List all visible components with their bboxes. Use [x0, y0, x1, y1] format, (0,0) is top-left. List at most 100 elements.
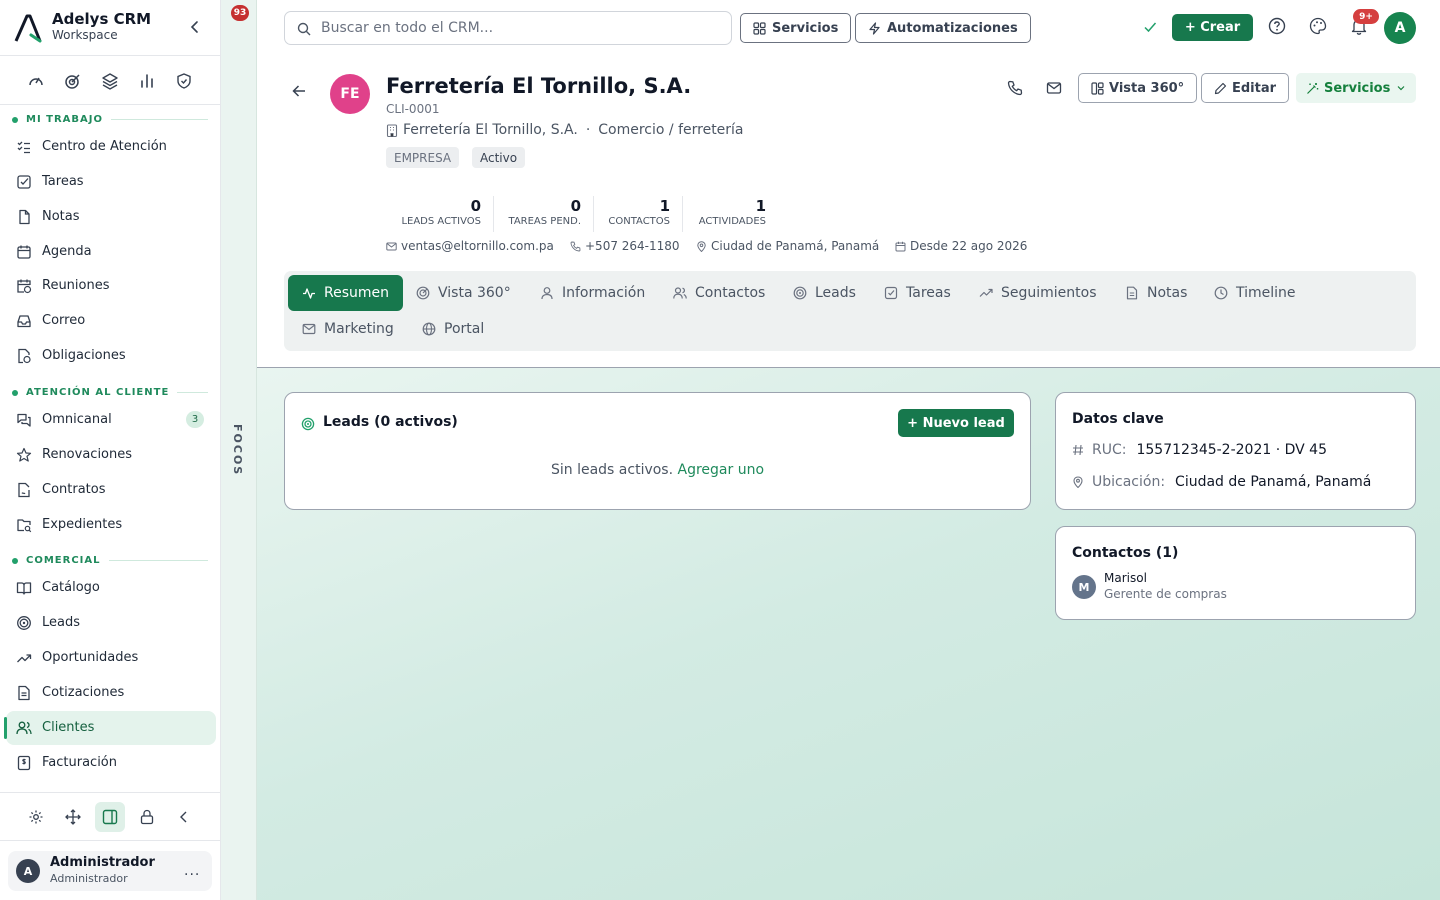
edit-label: Editar	[1232, 80, 1277, 96]
tab-label: Marketing	[324, 321, 394, 337]
focos-count-badge: 93	[231, 5, 249, 21]
email-text: ventas@eltornillo.com.pa	[401, 239, 554, 253]
stat-value: 1	[755, 197, 766, 215]
tab-notas[interactable]: Notas	[1111, 275, 1201, 311]
separator-dot: ·	[585, 122, 591, 138]
focos-panel[interactable]: 93 FOCOS	[221, 0, 257, 900]
bar-chart-icon[interactable]	[137, 71, 157, 91]
phone-text: +507 264-1180	[585, 239, 680, 253]
sidebar-item-reuniones[interactable]: Reuniones	[6, 269, 216, 303]
user-profile[interactable]: A Administrador Administrador ...	[8, 851, 212, 891]
palette-icon[interactable]	[1309, 17, 1327, 35]
chevron-left-icon[interactable]	[169, 802, 199, 832]
panel-layout-icon[interactable]	[95, 802, 125, 832]
move-arrows-icon[interactable]	[58, 802, 88, 832]
create-button[interactable]: + Crear	[1172, 14, 1253, 41]
global-search[interactable]	[284, 11, 732, 45]
settings-gear-icon[interactable]	[21, 802, 51, 832]
send-email-icon[interactable]	[1046, 80, 1062, 96]
client-since: Desde 22 ago 2026	[895, 239, 1027, 253]
tab-contactos[interactable]: Contactos	[659, 275, 779, 311]
sidebar-item-correo[interactable]: Correo	[6, 304, 216, 338]
dashboard-gauge-icon[interactable]	[26, 71, 46, 91]
stat-contactos: 1 CONTACTOS	[594, 196, 683, 232]
tab-portal[interactable]: Portal	[408, 311, 498, 347]
tab-vista-360[interactable]: Vista 360°	[402, 275, 525, 311]
sidebar-item-label: Agenda	[42, 244, 92, 259]
users-icon	[16, 720, 32, 736]
stat-label: TAREAS PEND.	[508, 216, 581, 227]
sidebar-item-agenda[interactable]: Agenda	[6, 235, 216, 269]
lock-icon[interactable]	[132, 802, 162, 832]
automatizaciones-button[interactable]: Automatizaciones	[855, 13, 1031, 43]
search-input[interactable]	[321, 18, 721, 38]
section-label: ATENCIÓN AL CLIENTE	[26, 387, 170, 398]
since-text: Desde 22 ago 2026	[910, 239, 1028, 253]
user-icon	[540, 286, 562, 300]
sidebar-item-renovaciones[interactable]: Renovaciones	[6, 438, 216, 472]
sidebar-item-centro-de-atencion[interactable]: Centro de Atención	[6, 130, 216, 164]
shield-check-icon[interactable]	[174, 71, 194, 91]
contact-name[interactable]: Marisol	[1104, 571, 1147, 585]
servicios-button[interactable]: Servicios	[740, 13, 852, 43]
leads-card: Leads (0 activos) + Nuevo lead Sin leads…	[284, 392, 1031, 510]
contacts-card: Contactos (1) M Marisol Gerente de compr…	[1055, 526, 1416, 620]
focos-label: FOCOS	[231, 424, 244, 477]
tab-marketing[interactable]: Marketing	[288, 311, 408, 347]
tab-seguimientos[interactable]: Seguimientos	[965, 275, 1111, 311]
sidebar-item-cotizaciones[interactable]: Cotizaciones	[6, 676, 216, 710]
sidebar-item-label: Renovaciones	[42, 447, 133, 462]
sidebar-item-omnicanal[interactable]: Omnicanal 3	[6, 403, 216, 437]
list-check-icon	[16, 139, 32, 155]
client-name-title: Ferretería El Tornillo, S.A.	[386, 74, 692, 98]
sidebar-item-facturacion[interactable]: Facturación	[6, 746, 216, 780]
calendar-clock-icon	[16, 278, 32, 294]
file-icon	[16, 209, 32, 225]
mail-icon	[386, 241, 401, 252]
vista-360-button[interactable]: Vista 360°	[1078, 73, 1198, 103]
tab-tareas[interactable]: Tareas	[870, 275, 965, 311]
edit-button[interactable]: Editar	[1201, 73, 1290, 103]
client-email[interactable]: ventas@eltornillo.com.pa	[386, 239, 554, 253]
sidebar-item-expedientes[interactable]: Expedientes	[6, 508, 216, 542]
tab-label: Resumen	[324, 285, 390, 301]
back-arrow-icon[interactable]	[291, 83, 307, 99]
sidebar: Adelys CRM Workspace MI TRABAJO Centro d…	[0, 0, 221, 900]
target-icon	[793, 286, 815, 300]
more-options-icon[interactable]: ...	[184, 863, 200, 879]
user-avatar[interactable]: A	[1384, 12, 1416, 44]
call-phone-icon[interactable]	[1007, 80, 1023, 96]
location-text: Ciudad de Panamá, Panamá	[711, 239, 880, 253]
tab-timeline[interactable]: Timeline	[1200, 275, 1310, 311]
help-icon[interactable]	[1268, 17, 1286, 35]
sidebar-item-clientes[interactable]: Clientes	[4, 711, 216, 745]
servicios-dropdown[interactable]: Servicios	[1296, 73, 1416, 103]
sidebar-item-label: Catálogo	[42, 580, 100, 595]
sidebar-item-contratos[interactable]: Contratos	[6, 473, 216, 507]
sidebar-item-catalogo[interactable]: Catálogo	[6, 571, 216, 605]
sidebar-item-leads[interactable]: Leads	[6, 606, 216, 640]
leads-empty-state: Sin leads activos. Agregar uno	[285, 462, 1030, 478]
tab-leads[interactable]: Leads	[779, 275, 870, 311]
client-industry: Comercio / ferretería	[598, 122, 744, 138]
tab-informacion[interactable]: Información	[526, 275, 659, 311]
sidebar-item-oportunidades[interactable]: Oportunidades	[6, 641, 216, 675]
target-arrow-icon[interactable]	[63, 71, 83, 91]
clock-icon	[1214, 286, 1236, 300]
globe-icon	[422, 322, 444, 336]
checkbox-icon	[884, 286, 906, 300]
sidebar-item-tareas[interactable]: Tareas	[6, 165, 216, 199]
section-label: MI TRABAJO	[26, 114, 103, 125]
add-lead-link[interactable]: Agregar uno	[678, 462, 765, 478]
tab-resumen[interactable]: Resumen	[288, 275, 404, 311]
sidebar-item-notas[interactable]: Notas	[6, 200, 216, 234]
sidebar-collapse-chevron-icon[interactable]	[186, 18, 204, 36]
ruc-row: RUC: 155712345-2-2021 · DV 45	[1072, 442, 1327, 458]
client-phone[interactable]: +507 264-1180	[570, 239, 680, 253]
user-name: Administrador	[50, 855, 155, 870]
layers-icon[interactable]	[100, 71, 120, 91]
sidebar-item-obligaciones[interactable]: Obligaciones	[6, 339, 216, 373]
tab-label: Contactos	[695, 285, 766, 301]
sidebar-item-label: Leads	[42, 615, 81, 630]
new-lead-button[interactable]: + Nuevo lead	[898, 409, 1014, 437]
